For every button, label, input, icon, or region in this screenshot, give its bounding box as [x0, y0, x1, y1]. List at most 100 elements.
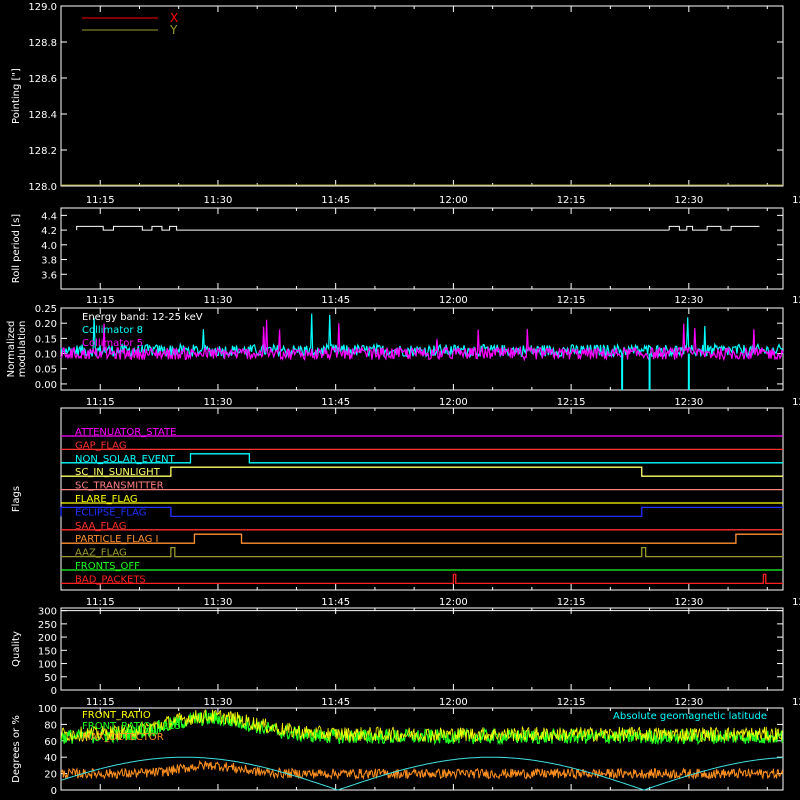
pointing-xtick-label: 11:15 — [86, 195, 115, 206]
roll-xtick-label: 11:30 — [204, 295, 233, 306]
modulation-xtick-label: 12:15 — [557, 397, 586, 408]
modulation-ytick-label: 0.15 — [35, 334, 57, 345]
modulation-ylabel: modulation — [17, 321, 28, 378]
modulation-ytick-label: 0.20 — [35, 319, 57, 330]
flag-label-sc-in-sunlight: SC_IN_SUNLIGHT — [75, 467, 161, 478]
flag-trace-eclipse-flag — [60, 506, 783, 518]
flag-label-attenuator-state: ATTENUATOR_STATE — [75, 427, 176, 438]
pointing-ytick-label: 128.0 — [28, 182, 57, 193]
roll-period-segment — [668, 225, 760, 231]
modulation-ytick-label: 0.05 — [35, 365, 57, 376]
roll-period-segment — [76, 225, 179, 231]
quality-ytick-label: 300 — [38, 607, 57, 618]
roll-ytick-label: 3.8 — [41, 256, 57, 267]
quality-xtick-label: 12:15 — [557, 697, 586, 708]
chart-canvas: 11:15 11:30 11:45 12:00 12:15 12:30 12:45 128.0… — [6, 2, 800, 797]
roll-ytick-label: 3.6 — [41, 270, 57, 281]
quality-ytick-label: 250 — [38, 620, 57, 631]
quality-ytick-label: 100 — [38, 660, 57, 671]
roll-ylabel: Roll period [s] — [11, 214, 22, 283]
ratios-ytick-label: 20 — [44, 770, 57, 781]
quality-xtick-label: 11:30 — [204, 697, 233, 708]
modulation-xtick-label: 12:30 — [674, 397, 703, 408]
pointing-ytick-label: 129.0 — [28, 2, 57, 13]
ratio-legend-max-detector: MAX_DETECTOR — [82, 732, 164, 743]
ratios-ytick-label: 0 — [51, 786, 57, 797]
flag-trace-sc-in-sunlight — [61, 466, 783, 477]
geomagnetic-annotation: Absolute geomagnetic latitude — [613, 711, 767, 722]
flag-label-bad-packets: BAD_PACKETS — [75, 574, 146, 585]
ratios-ylabel: Degrees or % — [11, 715, 22, 783]
roll-ytick-label: 4.4 — [41, 211, 57, 222]
quality-ytick-label: 50 — [44, 673, 57, 684]
flag-label-sc-transmitter: SC_TRANSMITTER — [75, 481, 164, 492]
modulation-series-2 — [60, 319, 784, 362]
roll-xtick-label: 12:00 — [439, 295, 468, 306]
roll-xtick-label: 11:15 — [86, 295, 115, 306]
roll-ytick-label: 4.2 — [41, 226, 57, 237]
flag-trace-aaz-flag — [61, 546, 783, 558]
flag-label-flare-flag: FLARE_FLAG — [75, 494, 138, 505]
pointing-xtick-label: 12:30 — [674, 195, 703, 206]
ratios-ytick-label: 40 — [44, 753, 57, 764]
quality-ytick-label: 200 — [38, 633, 57, 644]
flag-label-gap-flag: GAP_FLAG — [75, 440, 127, 451]
ratios-ytick-label: 100 — [38, 704, 57, 715]
flag-trace-bad-packets — [61, 573, 783, 585]
pointing-ytick-label: 128.4 — [28, 110, 57, 121]
quality-xtick-label: 12:45 — [792, 697, 800, 708]
pointing-xtick-label: 12:15 — [557, 195, 586, 206]
flag-label-particle-flag-i: PARTICLE_FLAG I — [75, 534, 158, 545]
modulation-ytick-label: 0.00 — [35, 380, 57, 391]
flags-xtick-label: 12:15 — [557, 597, 586, 608]
legend-label-y: Y — [169, 23, 178, 37]
flag-label-aaz-flag: AAZ_FLAG — [75, 548, 127, 559]
modulation-xtick-label: 11:45 — [321, 397, 350, 408]
flags-xtick-label: 12:00 — [439, 597, 468, 608]
roll-xtick-label: 12:30 — [674, 295, 703, 306]
flags-ylabel: Flags — [11, 486, 22, 512]
modulation-legend-1: Collimator 8 — [82, 325, 143, 336]
flag-label-saa-flag: SAA_FLAG — [75, 521, 126, 532]
flag-label-non-solar-event: NON_SOLAR_EVENT — [75, 454, 176, 465]
flags-xtick-label: 12:30 — [674, 597, 703, 608]
quality-ylabel: Quality — [11, 631, 22, 667]
ratio-legend-front-ratio: FRONT_RATIO — [82, 710, 151, 721]
modulation-xtick-label: 11:30 — [204, 397, 233, 408]
pointing-ytick-label: 128.8 — [28, 38, 57, 49]
roll-xtick-label: 12:15 — [557, 295, 586, 306]
modulation-ytick-label: 0.10 — [35, 350, 57, 361]
quality-xtick-label: 12:30 — [674, 697, 703, 708]
pointing-ytick-label: 128.2 — [28, 146, 57, 157]
flag-label-eclipse-flag: ECLIPSE_FLAG — [75, 507, 146, 518]
modulation-xtick-label: 12:45 — [792, 397, 800, 408]
pointing-xtick-label: 12:45 — [792, 195, 800, 206]
modulation-energy-band: Energy band: 12-25 keV — [82, 312, 203, 323]
ratios-ytick-label: 80 — [44, 720, 57, 731]
ratios-ytick-label: 60 — [44, 737, 57, 748]
quality-xtick-label: 12:00 — [439, 697, 468, 708]
pointing-xtick-label: 12:00 — [439, 195, 468, 206]
quality-ytick-label: 0 — [51, 686, 57, 697]
roll-xtick-label: 11:45 — [321, 295, 350, 306]
modulation-xtick-label: 11:15 — [86, 397, 115, 408]
pointing-ytick-label: 128.6 — [28, 74, 57, 85]
quality-ytick-label: 150 — [38, 646, 57, 657]
modulation-ylabel: Normalized — [6, 321, 17, 378]
quality-xtick-label: 11:45 — [321, 697, 350, 708]
hessi-observing-summary-chart: 11:15 11:30 11:45 12:00 12:15 12:30 12:45 128.0… — [0, 0, 800, 800]
roll-frame — [60, 207, 784, 290]
modulation-xtick-label: 12:00 — [439, 397, 468, 408]
flag-label-fronts-off: FRONTS_OFF — [75, 561, 140, 572]
pointing-xtick-label: 11:30 — [204, 195, 233, 206]
quality-frame — [60, 607, 784, 691]
flag-trace-particle-flag-i — [61, 533, 783, 544]
flags-xtick-label: 12:45 — [792, 597, 800, 608]
roll-ytick-label: 4.0 — [41, 241, 57, 252]
flags-xtick-label: 11:15 — [86, 597, 115, 608]
quality-xtick-label: 11:15 — [86, 697, 115, 708]
modulation-ytick-label: 0.25 — [35, 304, 57, 315]
ratio-legend-front-ratio-1225: FRONT_RATIO_1225 — [82, 721, 181, 732]
roll-xtick-label: 12:45 — [792, 295, 800, 306]
modulation-legend-2: Collimator 5 — [82, 338, 143, 349]
